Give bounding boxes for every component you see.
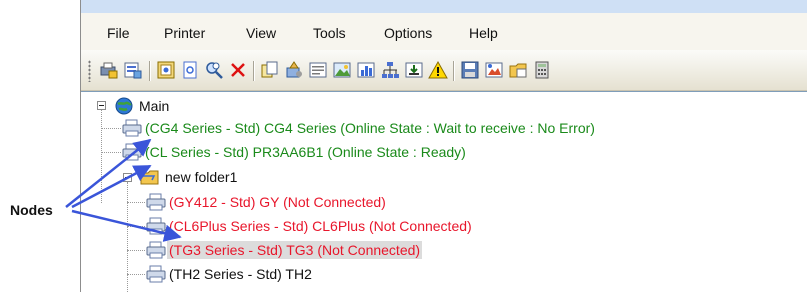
calculator-icon[interactable]: [531, 59, 553, 81]
menu-options[interactable]: Options: [384, 25, 432, 41]
menu-file[interactable]: File: [107, 25, 130, 41]
tools-icon[interactable]: [283, 59, 305, 81]
tree-node-label: (GY412 - Std) GY (Not Connected): [169, 194, 386, 210]
printer-icon: [145, 192, 167, 212]
collapse-folder-toggle[interactable]: [123, 173, 132, 182]
image-icon[interactable]: [331, 59, 353, 81]
document-icon[interactable]: [179, 59, 201, 81]
tree-node-main[interactable]: Main: [114, 95, 171, 117]
tree-node-label: Main: [139, 98, 170, 114]
chart-icon[interactable]: [355, 59, 377, 81]
toolbar-separator: [253, 61, 255, 81]
properties-icon[interactable]: [155, 59, 177, 81]
search-printers-icon[interactable]: [203, 59, 225, 81]
menu-tools[interactable]: Tools: [313, 25, 346, 41]
printer-icon: [145, 264, 167, 284]
network-icon[interactable]: [379, 59, 401, 81]
toolbar-grip[interactable]: [88, 60, 91, 82]
delete-icon[interactable]: [227, 59, 249, 81]
tree-node-label: (TG3 Series - Std) TG3 (Not Connected): [167, 241, 423, 259]
export-icon[interactable]: [403, 59, 425, 81]
connect-printer-icon[interactable]: [98, 59, 120, 81]
toolbar-separator: [453, 61, 455, 81]
picture-icon[interactable]: [483, 59, 505, 81]
printer-icon: [121, 142, 143, 162]
tree-node-tg3-selected[interactable]: (TG3 Series - Std) TG3 (Not Connected): [145, 239, 423, 261]
warning-icon[interactable]: [427, 59, 449, 81]
tree-node-label: (TH2 Series - Std) TH2: [169, 266, 312, 282]
copy-icon[interactable]: [259, 59, 281, 81]
toolbar: [81, 50, 807, 91]
printer-tree[interactable]: Main (CG4 Series - Std) CG4 Series (Onli…: [81, 91, 807, 292]
tree-node-label: (CL Series - Std) PR3AA6B1 (Online State…: [145, 144, 466, 160]
callout-label: Nodes: [10, 202, 53, 218]
printer-icon: [145, 240, 167, 260]
tree-node-cl6plus[interactable]: (CL6Plus Series - Std) CL6Plus (Not Conn…: [145, 215, 474, 237]
printer-list-icon[interactable]: [122, 59, 144, 81]
tree-node-gy412[interactable]: (GY412 - Std) GY (Not Connected): [145, 191, 388, 213]
menu-help[interactable]: Help: [469, 25, 498, 41]
menu-view[interactable]: View: [246, 25, 276, 41]
folder-icon: [139, 167, 161, 187]
tree-connector: [127, 250, 145, 251]
menu-printer[interactable]: Printer: [164, 25, 205, 41]
printer-icon: [145, 216, 167, 236]
tree-connector: [127, 226, 145, 227]
tree-node-new-folder1[interactable]: new folder1: [139, 166, 239, 188]
tree-connector: [127, 182, 128, 292]
tree-connector: [101, 128, 121, 129]
tree-node-th2[interactable]: (TH2 Series - Std) TH2: [145, 263, 314, 285]
collapse-main-toggle[interactable]: [97, 101, 106, 110]
folder-icon[interactable]: [507, 59, 529, 81]
globe-icon: [114, 96, 134, 116]
tree-connector: [127, 274, 145, 275]
tree-connector: [101, 108, 102, 203]
tree-connector: [101, 152, 121, 153]
menu-bar: File Printer View Tools Options Help: [81, 13, 807, 51]
toolbar-separator: [149, 61, 151, 81]
tree-node-label: (CG4 Series - Std) CG4 Series (Online St…: [145, 120, 595, 136]
tree-node-cl-series[interactable]: (CL Series - Std) PR3AA6B1 (Online State…: [121, 141, 468, 163]
form-icon[interactable]: [307, 59, 329, 81]
tree-connector: [127, 202, 145, 203]
tree-node-cg4-series[interactable]: (CG4 Series - Std) CG4 Series (Online St…: [121, 117, 597, 139]
title-bar: [81, 0, 807, 13]
tree-node-label: (CL6Plus Series - Std) CL6Plus (Not Conn…: [169, 218, 472, 234]
printer-manager-window: File Printer View Tools Options Help Mai…: [80, 0, 807, 292]
printer-icon: [121, 118, 143, 138]
tree-node-label: new folder1: [165, 169, 238, 185]
save-icon[interactable]: [459, 59, 481, 81]
